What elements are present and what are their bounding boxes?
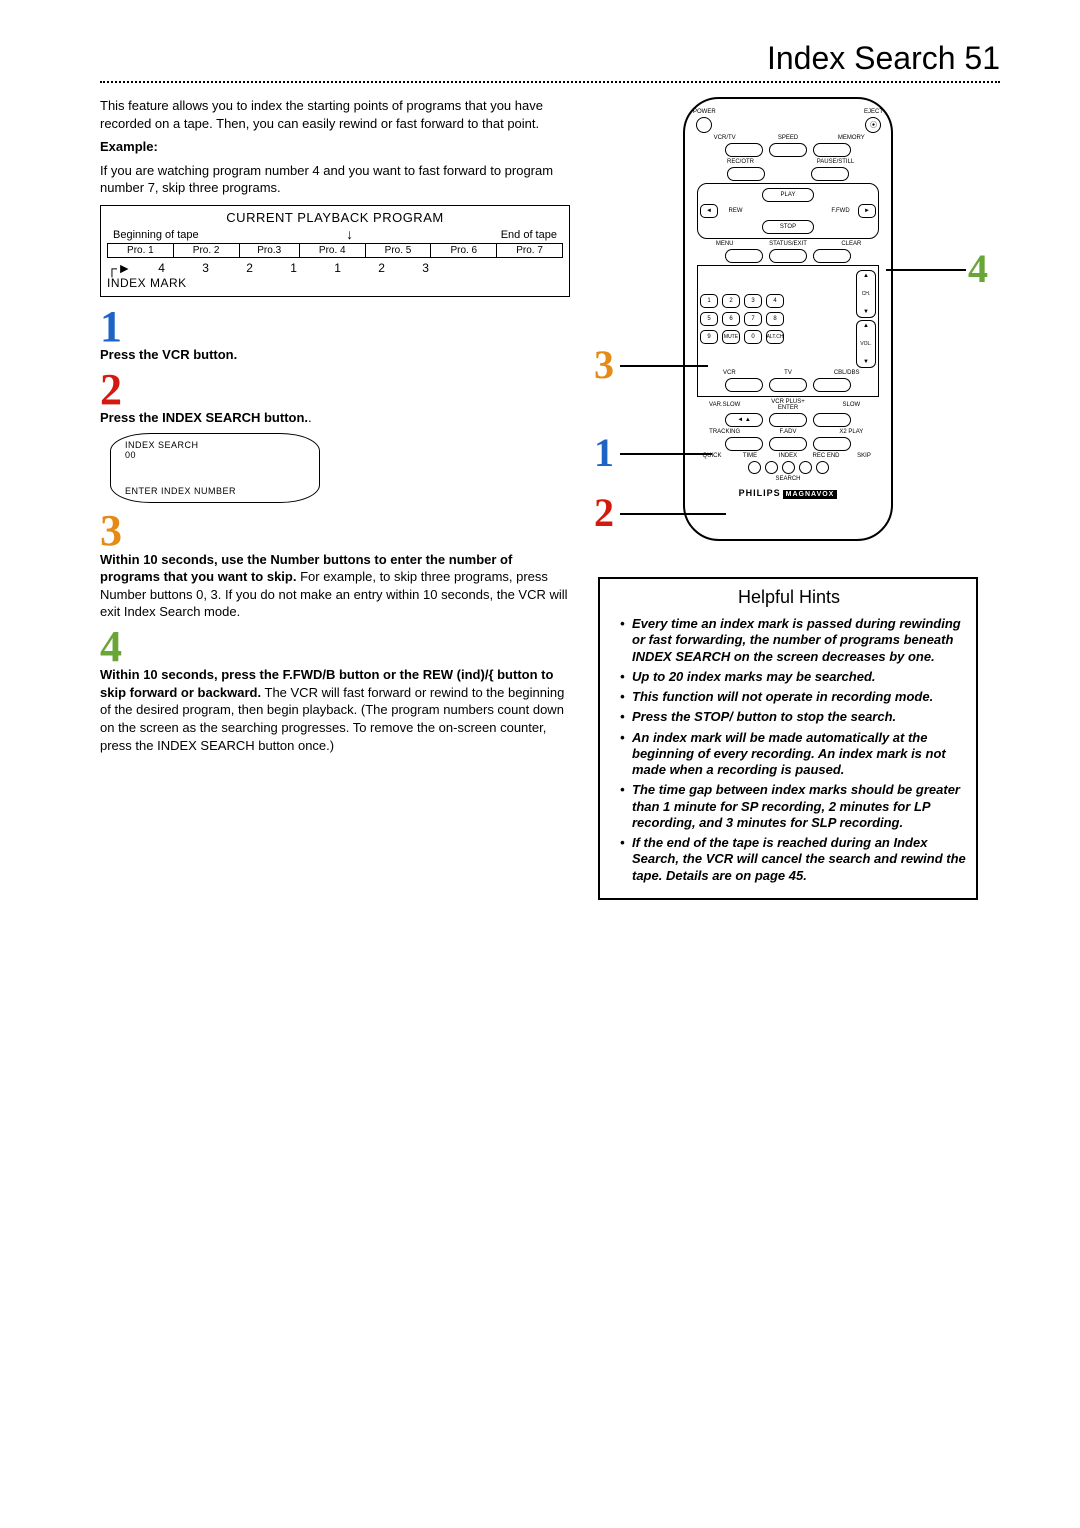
vcrplus-button[interactable] xyxy=(769,413,807,427)
stop-button[interactable]: STOP xyxy=(762,220,814,234)
pausestill-button[interactable] xyxy=(811,167,849,181)
diagram-left-label: Beginning of tape xyxy=(113,229,199,241)
page-number: 51 xyxy=(964,40,1000,76)
memory-button[interactable] xyxy=(813,143,851,157)
tape-cell: Pro. 4 xyxy=(299,243,365,257)
eject-label: EJECT xyxy=(864,109,883,115)
varslow-button[interactable]: ◄ ▲ xyxy=(725,413,763,427)
index-search-button[interactable] xyxy=(782,461,795,474)
step-3-number: 3 xyxy=(100,511,570,551)
step-2-text: Press the INDEX SEARCH button. xyxy=(100,410,308,425)
arrow-right-icon: ┌► xyxy=(107,260,132,276)
step-4-number: 4 xyxy=(100,627,570,667)
tape-cell: Pro. 2 xyxy=(173,243,239,257)
recotr-button[interactable] xyxy=(727,167,765,181)
on-screen-display: INDEX SEARCH 00 ENTER INDEX NUMBER xyxy=(110,433,320,503)
separator xyxy=(100,81,1000,83)
quick-button[interactable] xyxy=(748,461,761,474)
ffwd-button[interactable]: ► xyxy=(858,204,876,218)
step-3-text: Within 10 seconds, use the Number button… xyxy=(100,551,570,621)
helpful-hints: Helpful Hints Every time an index mark i… xyxy=(598,577,978,900)
num-3[interactable]: 3 xyxy=(744,294,762,308)
hint-item: Every time an index mark is passed durin… xyxy=(620,616,966,665)
recend-button[interactable] xyxy=(799,461,812,474)
num-5[interactable]: 5 xyxy=(700,312,718,326)
transport-panel: PLAY ◄ REW F.FWD ► STOP xyxy=(697,183,879,239)
mute-button[interactable]: MUTE xyxy=(722,330,740,344)
num-1[interactable]: 1 xyxy=(700,294,718,308)
rew-button[interactable]: ◄ xyxy=(700,204,718,218)
statusexit-button[interactable] xyxy=(769,249,807,263)
tracking-button[interactable] xyxy=(725,437,763,451)
down-arrow-icon: ↓ xyxy=(346,229,353,241)
vol-rocker[interactable]: VOL. xyxy=(856,320,876,368)
title-text: Index Search xyxy=(767,40,956,76)
num-4[interactable]: 4 xyxy=(766,294,784,308)
tape-diagram: CURRENT PLAYBACK PROGRAM Beginning of ta… xyxy=(100,205,570,297)
x2play-button[interactable] xyxy=(813,437,851,451)
index-numbers: 4 3 2 1 1 2 3 xyxy=(136,261,436,275)
time-button[interactable] xyxy=(765,461,778,474)
tv-button[interactable] xyxy=(769,378,807,392)
brand-logo: PHILIPSMAGNAVOX xyxy=(693,488,883,499)
power-label: POWER xyxy=(693,109,716,115)
tape-cell: Pro.3 xyxy=(239,243,299,257)
power-button[interactable] xyxy=(696,117,712,133)
step-4-text: Within 10 seconds, press the F.FWD/B but… xyxy=(100,666,570,754)
tape-cell: Pro. 7 xyxy=(497,243,563,257)
right-column: 1 2 3 4 POWER EJECT⦿ VCR/TVSPEEDMEMORY R… xyxy=(598,97,978,900)
number-panel: 1 2 3 4 5 6 7 8 9 MUTE 0 ALT.CH xyxy=(697,265,879,397)
slow-button[interactable] xyxy=(813,413,851,427)
num-2[interactable]: 2 xyxy=(722,294,740,308)
page-title: Index Search 51 xyxy=(100,40,1000,77)
hint-item: If the end of the tape is reached during… xyxy=(620,835,966,884)
callout-4: 4 xyxy=(968,245,988,292)
callout-2: 2 xyxy=(594,489,614,536)
example-label: Example: xyxy=(100,139,158,154)
intro-paragraph: This feature allows you to index the sta… xyxy=(100,97,570,132)
step-1-number: 1 xyxy=(100,307,570,347)
tape-cell: Pro. 1 xyxy=(108,243,174,257)
diagram-right-label: End of tape xyxy=(501,229,557,241)
remote-control: POWER EJECT⦿ VCR/TVSPEEDMEMORY REC/OTRPA… xyxy=(683,97,893,541)
eject-button[interactable]: ⦿ xyxy=(865,117,881,133)
step-1-text: Press the VCR button. xyxy=(100,346,570,364)
diagram-title: CURRENT PLAYBACK PROGRAM xyxy=(107,210,563,225)
altch-button[interactable]: ALT.CH xyxy=(766,330,784,344)
vcr-button[interactable] xyxy=(725,378,763,392)
play-button[interactable]: PLAY xyxy=(762,188,814,202)
hint-item: The time gap between index marks should … xyxy=(620,782,966,831)
hint-item: This function will not operate in record… xyxy=(620,689,966,705)
step-2-number: 2 xyxy=(100,370,570,410)
left-column: This feature allows you to index the sta… xyxy=(100,97,570,900)
tape-cell: Pro. 6 xyxy=(431,243,497,257)
hint-item: Press the STOP/ button to stop the searc… xyxy=(620,709,966,725)
example-paragraph: If you are watching program number 4 and… xyxy=(100,162,570,197)
osd-line-2: 00 xyxy=(125,450,305,460)
num-7[interactable]: 7 xyxy=(744,312,762,326)
callout-1: 1 xyxy=(594,429,614,476)
osd-line-1: INDEX SEARCH xyxy=(125,440,305,450)
menu-button[interactable] xyxy=(725,249,763,263)
hints-title: Helpful Hints xyxy=(612,587,966,608)
osd-line-3: ENTER INDEX NUMBER xyxy=(125,486,305,496)
cbldbs-button[interactable] xyxy=(813,378,851,392)
vcrtv-button[interactable] xyxy=(725,143,763,157)
num-0[interactable]: 0 xyxy=(744,330,762,344)
speed-button[interactable] xyxy=(769,143,807,157)
hint-item: Up to 20 index marks may be searched. xyxy=(620,669,966,685)
num-6[interactable]: 6 xyxy=(722,312,740,326)
tape-cell: Pro. 5 xyxy=(365,243,431,257)
ch-rocker[interactable]: CH. xyxy=(856,270,876,318)
hint-item: An index mark will be made automatically… xyxy=(620,730,966,779)
num-8[interactable]: 8 xyxy=(766,312,784,326)
index-mark-label: INDEX MARK xyxy=(107,276,563,290)
skip-button[interactable] xyxy=(816,461,829,474)
clear-button[interactable] xyxy=(813,249,851,263)
fadv-button[interactable] xyxy=(769,437,807,451)
tape-table: Pro. 1 Pro. 2 Pro.3 Pro. 4 Pro. 5 Pro. 6… xyxy=(107,243,563,258)
num-9[interactable]: 9 xyxy=(700,330,718,344)
callout-3: 3 xyxy=(594,341,614,388)
